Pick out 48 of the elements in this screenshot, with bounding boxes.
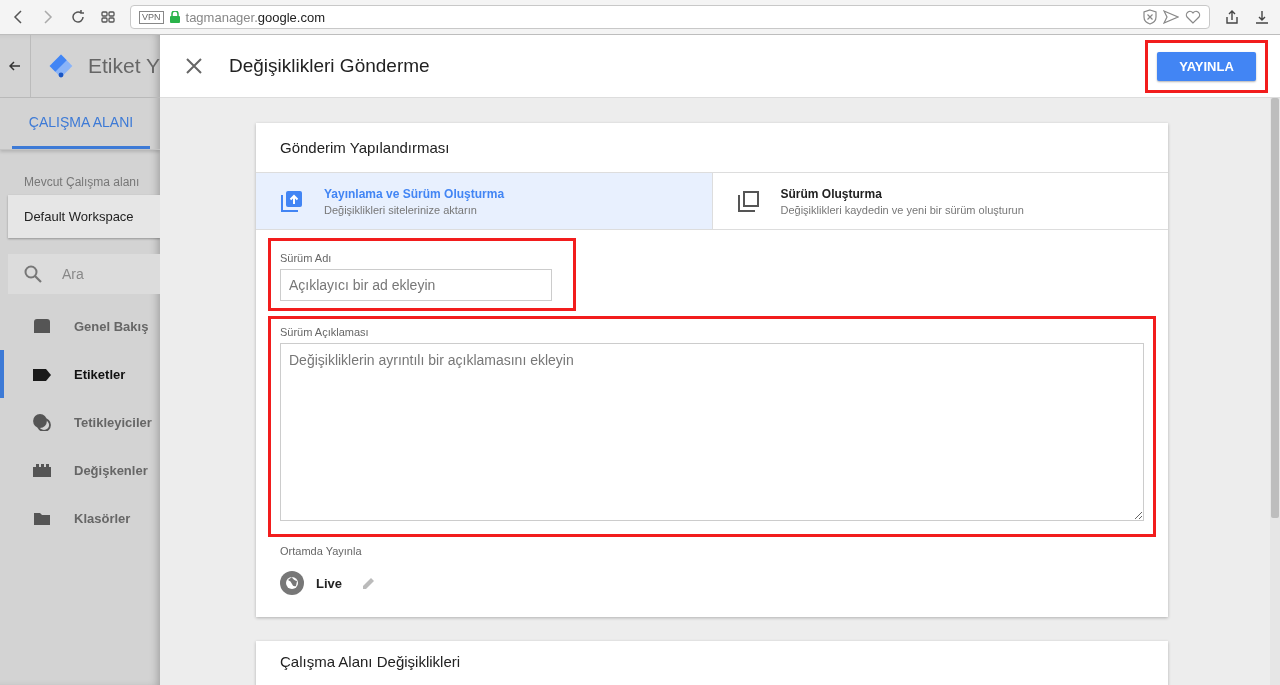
upload-stack-icon bbox=[280, 189, 304, 213]
nav-item[interactable]: Değişkenler bbox=[0, 446, 160, 494]
field-label: Sürüm Açıklaması bbox=[280, 326, 370, 338]
nav-item[interactable]: Klasörler bbox=[0, 494, 160, 542]
tray-icon bbox=[32, 317, 52, 335]
field-label: Ortamda Yayınla bbox=[280, 545, 363, 557]
url-domain: google.com bbox=[257, 9, 325, 25]
reload-icon[interactable] bbox=[70, 9, 86, 25]
option-title: Yayınlama ve Sürüm Oluşturma bbox=[324, 186, 505, 201]
vpn-badge: VPN bbox=[139, 10, 164, 24]
download-icon[interactable] bbox=[1254, 9, 1270, 25]
copy-icon bbox=[736, 189, 761, 213]
brick-icon bbox=[32, 461, 52, 479]
circles-icon bbox=[32, 413, 52, 431]
version-description-field[interactable]: Değişikliklerin ayrıntılı bir açıklamasını ekleyin bbox=[280, 343, 1144, 521]
shield-icon bbox=[1143, 9, 1157, 25]
version-name-field[interactable]: Açıklayıcı bir ad ekleyin bbox=[280, 269, 552, 301]
back-arrow-icon bbox=[9, 60, 21, 72]
search-field[interactable]: Ara bbox=[8, 254, 160, 294]
field-label: Sürüm Adı bbox=[280, 252, 333, 264]
lock-icon bbox=[169, 11, 180, 23]
close-icon bbox=[186, 58, 202, 74]
panel-title: Değişiklikleri Gönderme bbox=[229, 55, 431, 77]
heart-icon bbox=[1185, 10, 1201, 24]
share-icon[interactable] bbox=[1224, 9, 1240, 25]
option-subtitle: Değişiklikleri kaydedin ve yeni bir sürüm oluşturun bbox=[780, 203, 1024, 216]
globe-icon bbox=[280, 571, 304, 595]
card-title: Gönderim Yapılandırması bbox=[279, 138, 451, 158]
option-tab[interactable]: Sürüm Oluşturma Değişiklikleri kaydedin ve yeni bir sürüm oluşturun bbox=[711, 173, 1168, 229]
url-text: tagmanager. bbox=[185, 9, 258, 25]
nav-item[interactable]: Tetikleyiciler bbox=[0, 398, 160, 446]
workspace-selector[interactable]: Default Workspace bbox=[8, 195, 160, 238]
grid-icon[interactable] bbox=[100, 9, 116, 25]
environment-name: Live bbox=[316, 575, 342, 591]
option-tab[interactable]: Yayınlama ve Sürüm Oluşturma Değişiklikleri sitelerinize aktarın bbox=[256, 173, 712, 229]
send-icon bbox=[1163, 10, 1179, 24]
pencil-icon bbox=[362, 576, 376, 590]
app-title: Etiket Y bbox=[88, 54, 160, 78]
publish-button[interactable]: YAYINLA bbox=[1157, 51, 1256, 81]
nav-item[interactable]: Genel Bakış bbox=[0, 302, 160, 350]
search-icon bbox=[24, 265, 42, 283]
card-title: Çalışma Alanı Değişiklikleri bbox=[279, 652, 462, 672]
option-subtitle: Değişiklikleri sitelerinize aktarın bbox=[324, 203, 478, 216]
workspace-tab[interactable]: ÇALIŞMA ALANI bbox=[12, 98, 150, 149]
workspace-label: Mevcut Çalışma alanı bbox=[24, 175, 141, 189]
address-bar[interactable]: VPN tagmanager.google.com bbox=[130, 5, 1210, 29]
scrollbar-thumb[interactable] bbox=[1271, 98, 1279, 518]
option-title: Sürüm Oluşturma bbox=[780, 186, 883, 201]
